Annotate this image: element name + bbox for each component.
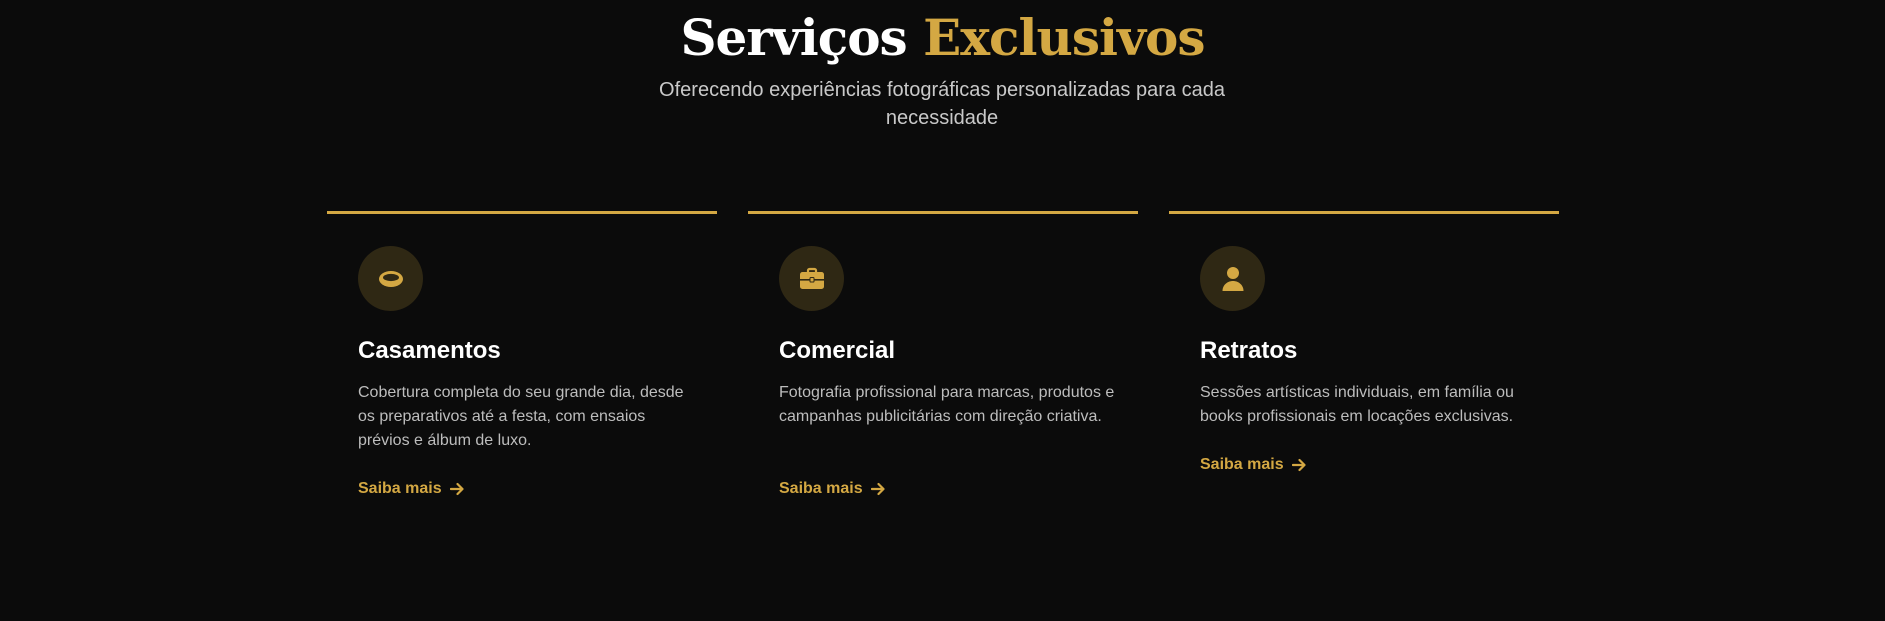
services-grid: Casamentos Cobertura completa do seu gra…	[0, 0, 1885, 621]
arrow-right-icon	[1291, 458, 1306, 472]
briefcase-icon	[779, 246, 844, 311]
service-description: Sessões artísticas individuais, em famíl…	[1200, 384, 1514, 425]
arrow-right-icon	[449, 482, 464, 496]
service-title: Retratos	[1200, 337, 1298, 364]
saiba-mais-label: Saiba mais	[1200, 456, 1284, 473]
saiba-mais-label: Saiba mais	[779, 480, 863, 497]
saiba-mais-link[interactable]: Saiba mais	[779, 479, 886, 499]
service-title: Casamentos	[358, 337, 501, 364]
service-card-retratos: Retratos Sessões artísticas individuais,…	[1169, 211, 1559, 511]
saiba-mais-label: Saiba mais	[358, 480, 442, 497]
service-description: Fotografia profissional para marcas, pro…	[779, 384, 1115, 425]
arrow-right-icon	[870, 482, 885, 496]
service-description: Cobertura completa do seu grande dia, de…	[358, 384, 684, 449]
user-icon	[1200, 246, 1265, 311]
saiba-mais-link[interactable]: Saiba mais	[358, 479, 465, 499]
service-title: Comercial	[779, 337, 896, 364]
saiba-mais-link[interactable]: Saiba mais	[1200, 455, 1307, 475]
ring-icon	[358, 246, 423, 311]
service-card-casamentos: Casamentos Cobertura completa do seu gra…	[327, 211, 717, 511]
service-card-comercial: Comercial Fotografia profissional para m…	[748, 211, 1138, 511]
